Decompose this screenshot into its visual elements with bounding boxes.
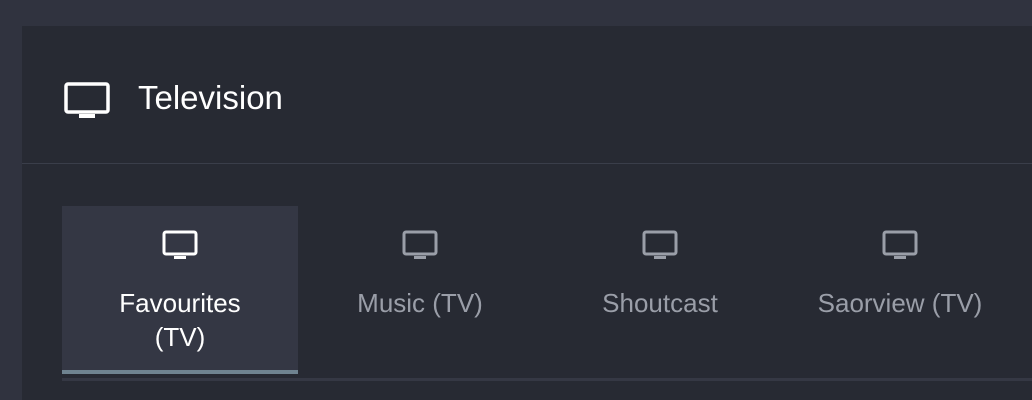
tab-shoutcast[interactable]: Shoutcast xyxy=(542,206,778,374)
tab-favourites-tv[interactable]: Favourites (TV) xyxy=(62,206,298,374)
television-panel: Television Favourites (TV) Music (TV) Sh… xyxy=(22,26,1032,400)
tab-label: Saorview (TV) xyxy=(817,288,983,318)
tab-label: Shoutcast xyxy=(602,288,718,318)
panel-header: Television xyxy=(22,26,1032,164)
page-title: Television xyxy=(138,79,283,116)
tv-icon xyxy=(402,230,438,259)
tab-label: Music (TV) xyxy=(357,288,483,318)
tv-icon xyxy=(162,230,198,259)
active-tab-indicator xyxy=(62,370,298,374)
tab-indicator xyxy=(302,370,538,374)
tab-music-tv[interactable]: Music (TV) xyxy=(302,206,538,374)
tab-bar: Favourites (TV) Music (TV) Shoutcast Sao… xyxy=(62,206,1032,376)
tabs-divider xyxy=(62,378,1032,381)
tv-icon xyxy=(64,82,110,118)
tab-indicator xyxy=(542,370,778,374)
tv-icon xyxy=(642,230,678,259)
tab-label: Favourites (TV) xyxy=(119,288,241,352)
tab-saorview-tv[interactable]: Saorview (TV) xyxy=(782,206,1018,374)
tv-icon xyxy=(882,230,918,259)
tab-indicator xyxy=(782,370,1018,374)
